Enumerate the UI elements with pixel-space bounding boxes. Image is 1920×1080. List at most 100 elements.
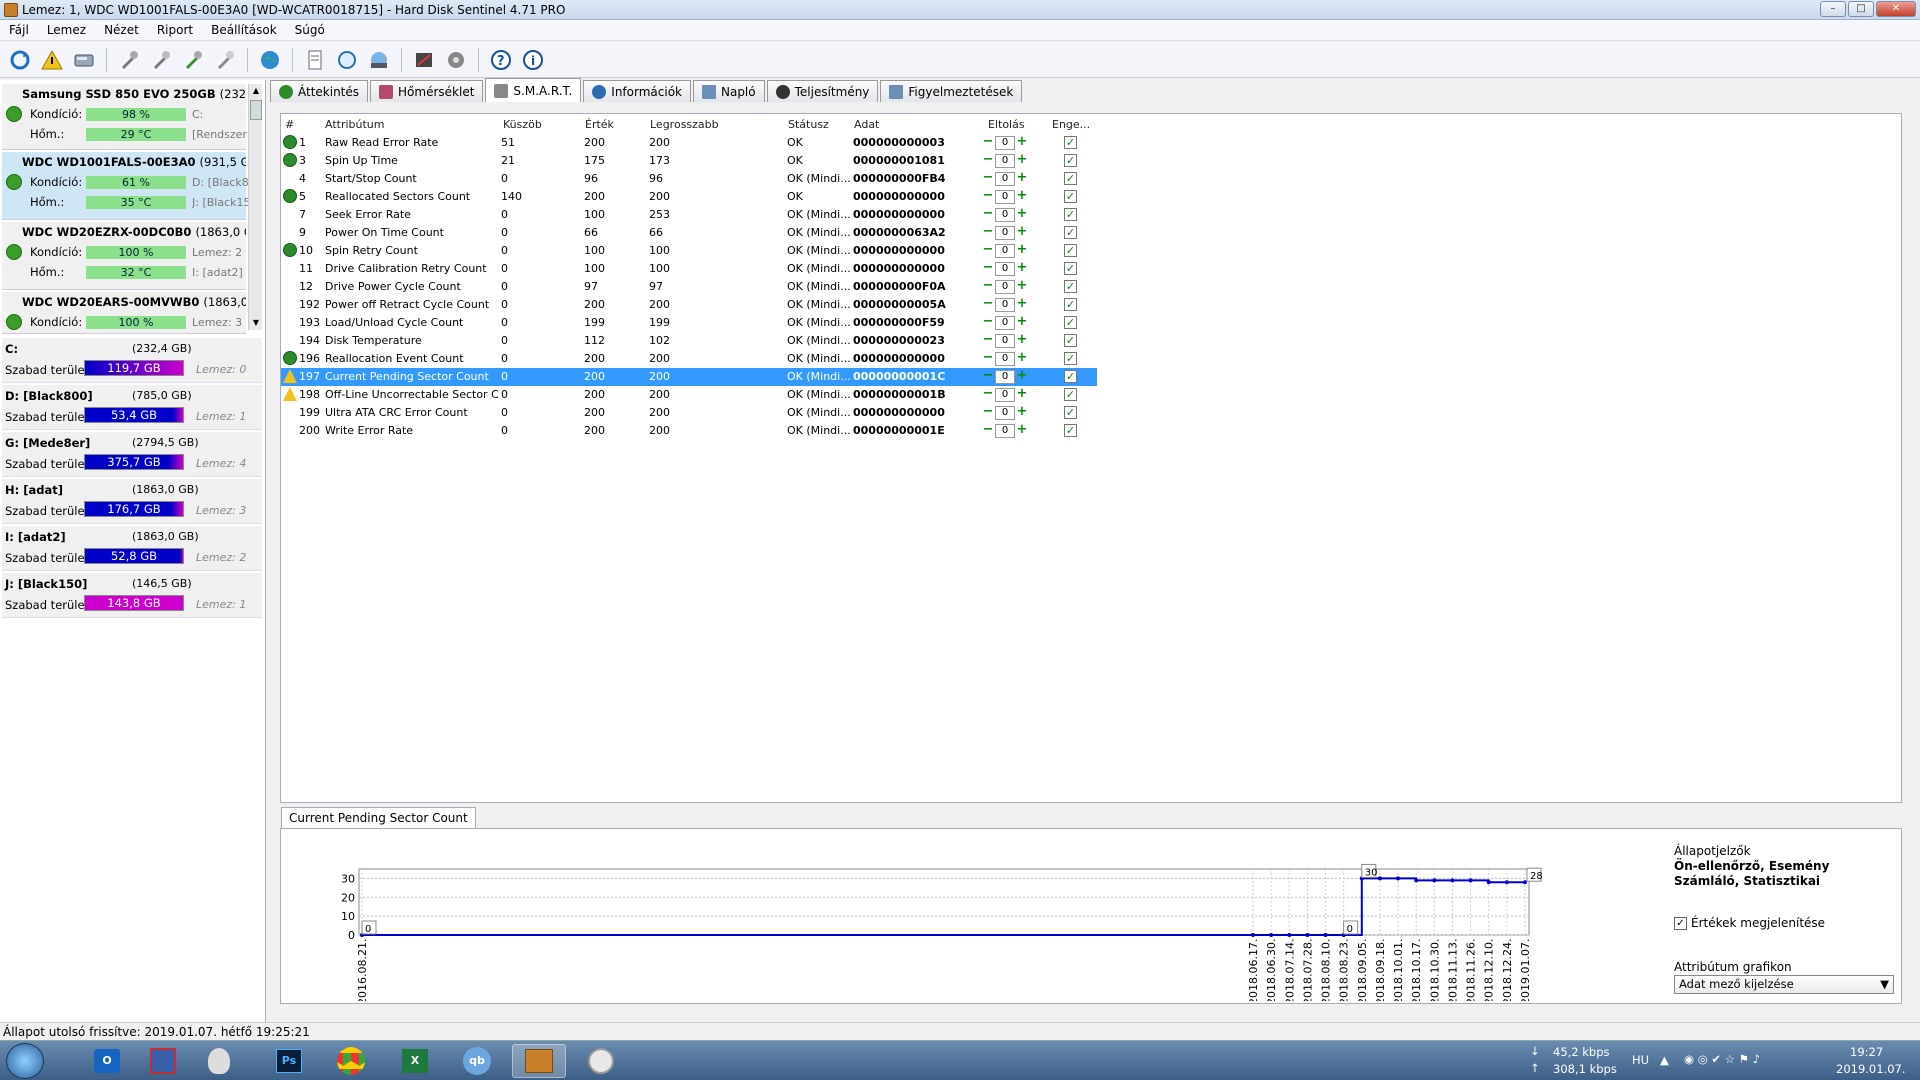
- smart-row[interactable]: 196 Reallocation Event Count 0 200 200 OK (Mi…: [281, 350, 1097, 368]
- enable-checkbox[interactable]: ✓: [1064, 388, 1077, 401]
- refresh-icon[interactable]: [7, 47, 33, 73]
- tab-alerts[interactable]: Figyelmeztetések: [880, 80, 1023, 102]
- offset-value[interactable]: 0: [995, 244, 1015, 258]
- plus-icon[interactable]: +: [1015, 297, 1029, 312]
- offset-stepper[interactable]: −0 +: [981, 387, 1037, 402]
- plus-icon[interactable]: +: [1015, 351, 1029, 366]
- enable-checkbox[interactable]: ✓: [1064, 244, 1077, 257]
- offset-value[interactable]: 0: [995, 226, 1015, 240]
- tab-info[interactable]: Információk: [583, 80, 691, 102]
- network-icon[interactable]: [366, 47, 392, 73]
- tool-icon[interactable]: [116, 47, 142, 73]
- volume-item[interactable]: I: [adat2] (1863,0 GB) Szabad terület 52,8 …: [2, 526, 262, 571]
- volume-item[interactable]: D: [Black800] (785,0 GB) Szabad terület 53,…: [2, 385, 262, 430]
- disk-item[interactable]: WDC WD20EARS-00MVWB0 (1863,0 GB) Kondíci…: [2, 292, 246, 334]
- smart-row[interactable]: 12 Drive Power Cycle Count 0 97 97 OK (Mindi.…: [281, 278, 1097, 296]
- enable-checkbox[interactable]: ✓: [1064, 406, 1077, 419]
- minus-icon[interactable]: −: [981, 333, 995, 348]
- offset-stepper[interactable]: −0 +: [981, 369, 1037, 384]
- tab-overview[interactable]: Áttekintés: [270, 80, 369, 102]
- offset-stepper[interactable]: −0 +: [981, 315, 1037, 330]
- enable-checkbox[interactable]: ✓: [1064, 370, 1077, 383]
- offset-stepper[interactable]: −0 +: [981, 153, 1037, 168]
- offset-value[interactable]: 0: [995, 136, 1015, 150]
- volume-item[interactable]: G: [Mede8er] (2794,5 GB) Szabad terület 375…: [2, 432, 262, 477]
- tray-icons[interactable]: ◉ ◎ ✔ ☆ ⚑ ♪: [1684, 1052, 1760, 1066]
- smart-row[interactable]: 197 Current Pending Sector Count 0 200 200 OK…: [281, 368, 1097, 386]
- smart-row[interactable]: 198 Off-Line Uncorrectable Sector C... 0 20…: [281, 386, 1097, 404]
- enable-checkbox[interactable]: ✓: [1064, 316, 1077, 329]
- minus-icon[interactable]: −: [981, 225, 995, 240]
- tool-wrench-icon[interactable]: [148, 47, 174, 73]
- disk-item[interactable]: Samsung SSD 850 EVO 250GB (232,9 GB) Kon…: [2, 84, 247, 150]
- menu-view[interactable]: Nézet: [95, 23, 148, 37]
- offset-stepper[interactable]: −0 +: [981, 189, 1037, 204]
- smart-row[interactable]: 3 Spin Up Time 21 175 173 OK 000000001081 −0 + ✓: [281, 152, 1097, 170]
- minus-icon[interactable]: −: [981, 261, 995, 276]
- offset-stepper[interactable]: −0 +: [981, 351, 1037, 366]
- menu-report[interactable]: Riport: [148, 23, 202, 37]
- offset-value[interactable]: 0: [995, 406, 1015, 420]
- smart-row[interactable]: 5 Reallocated Sectors Count 140 200 200 OK 000…: [281, 188, 1097, 206]
- smart-row[interactable]: 193 Load/Unload Cycle Count 0 199 199 OK (Min…: [281, 314, 1097, 332]
- col-header-offset[interactable]: Eltolás: [988, 118, 1025, 132]
- plus-icon[interactable]: +: [1015, 369, 1029, 384]
- smart-row[interactable]: 10 Spin Retry Count 0 100 100 OK (Mindi... 000…: [281, 242, 1097, 260]
- plus-icon[interactable]: +: [1015, 243, 1029, 258]
- offset-stepper[interactable]: −0 +: [981, 297, 1037, 312]
- minus-icon[interactable]: −: [981, 279, 995, 294]
- menu-help[interactable]: Súgó: [286, 23, 334, 37]
- alienware-icon[interactable]: [192, 1044, 246, 1078]
- minus-icon[interactable]: −: [981, 369, 995, 384]
- maximize-button[interactable]: □: [1848, 1, 1874, 17]
- minimize-button[interactable]: –: [1820, 1, 1846, 17]
- enable-checkbox[interactable]: ✓: [1064, 226, 1077, 239]
- language-indicator[interactable]: HU: [1632, 1053, 1649, 1067]
- smart-row[interactable]: 11 Drive Calibration Retry Count 0 100 100 OK…: [281, 260, 1097, 278]
- disk-item-selected[interactable]: WDC WD1001FALS-00E3A0 (931,5 GB) Kondíci…: [2, 152, 248, 220]
- col-header-worst[interactable]: Legrosszabb: [650, 118, 719, 132]
- minus-icon[interactable]: −: [981, 243, 995, 258]
- offset-stepper[interactable]: −0 +: [981, 135, 1037, 150]
- plus-icon[interactable]: +: [1015, 423, 1029, 438]
- col-header-attribute[interactable]: Attribútum: [325, 118, 385, 132]
- offset-value[interactable]: 0: [995, 262, 1015, 276]
- start-button[interactable]: [6, 1043, 44, 1079]
- surface-icon[interactable]: [443, 47, 469, 73]
- checkbox-icon[interactable]: ✓: [1674, 916, 1687, 930]
- offset-value[interactable]: 0: [995, 352, 1015, 366]
- offset-stepper[interactable]: −0 +: [981, 333, 1037, 348]
- clock-date[interactable]: 2019.01.07.: [1836, 1062, 1906, 1076]
- plus-icon[interactable]: +: [1015, 207, 1029, 222]
- enable-checkbox[interactable]: ✓: [1064, 136, 1077, 149]
- enable-checkbox[interactable]: ✓: [1064, 352, 1077, 365]
- excel-icon[interactable]: X: [388, 1044, 442, 1078]
- smart-row[interactable]: 7 Seek Error Rate 0 100 253 OK (Mindi... 00000…: [281, 206, 1097, 224]
- offset-value[interactable]: 0: [995, 316, 1015, 330]
- col-header-value[interactable]: Érték: [585, 118, 614, 132]
- smart-row[interactable]: 1 Raw Read Error Rate 51 200 200 OK 0000000000…: [281, 134, 1097, 152]
- col-header-num[interactable]: #: [285, 118, 294, 132]
- minus-icon[interactable]: −: [981, 189, 995, 204]
- offset-value[interactable]: 0: [995, 208, 1015, 222]
- clock-time[interactable]: 19:27: [1850, 1045, 1883, 1059]
- menu-settings[interactable]: Beállítások: [202, 23, 286, 37]
- offset-stepper[interactable]: −0 +: [981, 225, 1037, 240]
- volume-item[interactable]: J: [Black150] (146,5 GB) Szabad terület 143…: [2, 573, 262, 618]
- offset-value[interactable]: 0: [995, 154, 1015, 168]
- enable-checkbox[interactable]: ✓: [1064, 424, 1077, 437]
- volume-item[interactable]: H: [adat] (1863,0 GB) Szabad terület 176,7 …: [2, 479, 262, 524]
- tab-smart[interactable]: S.M.A.R.T.: [485, 78, 582, 102]
- offset-value[interactable]: 0: [995, 190, 1015, 204]
- disk-icon[interactable]: [71, 47, 97, 73]
- photoshop-icon[interactable]: Ps: [262, 1044, 316, 1078]
- minus-icon[interactable]: −: [981, 207, 995, 222]
- offset-stepper[interactable]: −0 +: [981, 207, 1037, 222]
- minus-icon[interactable]: −: [981, 135, 995, 150]
- minus-icon[interactable]: −: [981, 171, 995, 186]
- offset-value[interactable]: 0: [995, 334, 1015, 348]
- enable-checkbox[interactable]: ✓: [1064, 334, 1077, 347]
- tool-settings-icon[interactable]: [212, 47, 238, 73]
- enable-checkbox[interactable]: ✓: [1064, 208, 1077, 221]
- offset-stepper[interactable]: −0 +: [981, 405, 1037, 420]
